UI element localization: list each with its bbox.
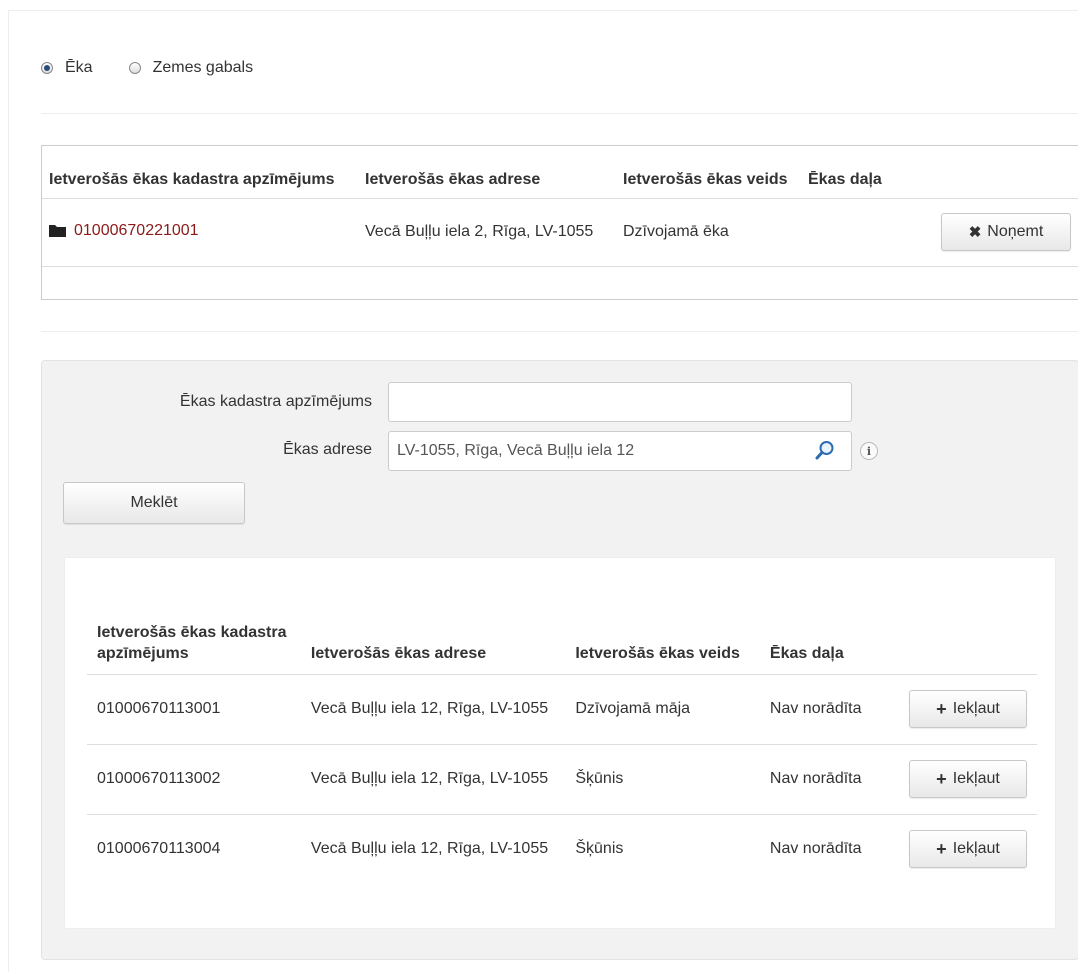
cell-kadastrs: 01000670113004 <box>97 840 221 858</box>
cell-adrese: Vecā Buļļu iela 12, Rīga, LV-1055 <box>310 840 549 858</box>
include-button-label: Iekļaut <box>952 700 1000 717</box>
cell-actions: + Iekļaut <box>899 814 1037 884</box>
column-header-adrese: Ietverošās ēkas adrese <box>358 146 616 199</box>
cell-kadastrs: 01000670113001 <box>87 674 301 745</box>
search-results-container: Ietverošās ēkas kadastra apzīmējums Ietv… <box>64 557 1056 929</box>
adrese-input[interactable] <box>388 431 852 471</box>
column-header-dala: Ēkas daļa <box>801 146 891 199</box>
include-button-label: Iekļaut <box>952 840 1000 858</box>
radio-label-zemes-gabals: Zemes gabals <box>152 59 254 76</box>
radio-button-zemes-gabals[interactable] <box>128 62 141 74</box>
include-button[interactable]: + Iekļaut <box>909 690 1027 728</box>
include-button[interactable]: + Iekļaut <box>909 830 1027 869</box>
cell-veids: Dzīvojamā māja <box>565 674 760 745</box>
cell-actions: + Iekļaut <box>899 744 1037 815</box>
plus-icon: + <box>936 769 947 789</box>
include-button-label: Iekļaut <box>952 770 1000 787</box>
selected-building-table: Ietverošās ēkas kadastra apzīmējums Ietv… <box>42 146 1078 267</box>
cell-adrese: Vecā Buļļu iela 12, Rīga, LV-1055 <box>300 744 566 815</box>
cell-veids: Šķūnis <box>575 840 624 858</box>
column-header-actions <box>899 570 1037 675</box>
table-row: 01000670113004 Vecā Buļļu iela 12, Rīga,… <box>87 814 1037 884</box>
search-button[interactable]: Meklēt <box>63 482 245 524</box>
radio-option-eka[interactable]: Ēka <box>41 59 93 77</box>
plus-icon: + <box>936 699 947 719</box>
divider <box>41 331 1078 332</box>
adrese-field-label: Ēkas adrese <box>283 441 372 458</box>
cell-kadastrs: 01000670113002 <box>87 744 301 815</box>
include-button[interactable]: + Iekļaut <box>909 760 1027 798</box>
cell-veids: Šķūnis <box>565 744 760 815</box>
cell-actions: ✖ Noņemt <box>891 198 1078 267</box>
table-header-row: Ietverošās ēkas kadastra apzīmējums Ietv… <box>42 146 1078 199</box>
info-icon[interactable]: i <box>860 442 878 460</box>
table-row: 01000670221001 Vecā Buļļu iela 2, Rīga, … <box>42 198 1078 267</box>
search-results-table: Ietverošās ēkas kadastra apzīmējums Ietv… <box>87 570 1037 884</box>
cell-actions: + Iekļaut <box>899 674 1037 745</box>
cell-veids: Dzīvojamā ēka <box>616 198 801 267</box>
divider <box>41 113 1078 114</box>
remove-button[interactable]: ✖ Noņemt <box>941 213 1071 251</box>
column-header-actions <box>891 146 1078 199</box>
table-row: 01000670113001 Vecā Buļļu iela 12, Rīga,… <box>87 674 1037 745</box>
selected-building-table-container: Ietverošās ēkas kadastra apzīmējums Ietv… <box>41 145 1078 300</box>
kadastrs-field-label: Ēkas kadastra apzīmējums <box>179 393 372 410</box>
column-header-kadastrs: Ietverošās ēkas kadastra apzīmējums <box>87 570 301 675</box>
table-row: 01000670113002 Vecā Buļļu iela 12, Rīga,… <box>87 744 1037 815</box>
column-header-veids: Ietverošās ēkas veids <box>616 146 801 199</box>
kadastrs-input[interactable] <box>388 382 852 422</box>
cell-dala: Nav norādīta <box>759 674 899 745</box>
radio-label-eka: Ēka <box>65 59 93 76</box>
search-panel: Ēkas kadastra apzīmējums Ēkas adrese i M… <box>41 360 1078 960</box>
plus-icon: + <box>936 839 947 860</box>
column-header-kadastrs: Ietverošās ēkas kadastra apzīmējums <box>42 146 358 199</box>
column-header-veids: Ietverošās ēkas veids <box>565 570 760 675</box>
radio-option-zemes-gabals[interactable]: Zemes gabals <box>128 59 254 77</box>
column-header-dala: Ēkas daļa <box>759 570 899 675</box>
cell-dala: Nav norādīta <box>769 840 862 858</box>
radio-button-eka[interactable] <box>41 62 53 74</box>
table-header-row: Ietverošās ēkas kadastra apzīmējums Ietv… <box>87 570 1037 675</box>
close-icon: ✖ <box>968 224 982 241</box>
cell-kadastrs: 01000670221001 <box>42 198 358 267</box>
cell-dala: Nav norādīta <box>759 744 899 815</box>
page-container: Ēka Zemes gabals Ietverošās ēkas kadastr… <box>8 10 1078 972</box>
cell-dala <box>801 198 891 267</box>
column-header-adrese: Ietverošās ēkas adrese <box>300 570 566 675</box>
remove-button-label: Noņemt <box>987 223 1044 240</box>
object-type-selector: Ēka Zemes gabals <box>41 59 289 77</box>
magnifier-icon[interactable] <box>815 440 835 460</box>
cell-adrese: Vecā Buļļu iela 12, Rīga, LV-1055 <box>300 674 566 745</box>
kadastrs-value: 01000670221001 <box>74 221 199 239</box>
kadastrs-link[interactable]: 01000670221001 <box>49 221 199 241</box>
cell-adrese: Vecā Buļļu iela 2, Rīga, LV-1055 <box>358 198 616 267</box>
folder-icon <box>49 224 66 238</box>
